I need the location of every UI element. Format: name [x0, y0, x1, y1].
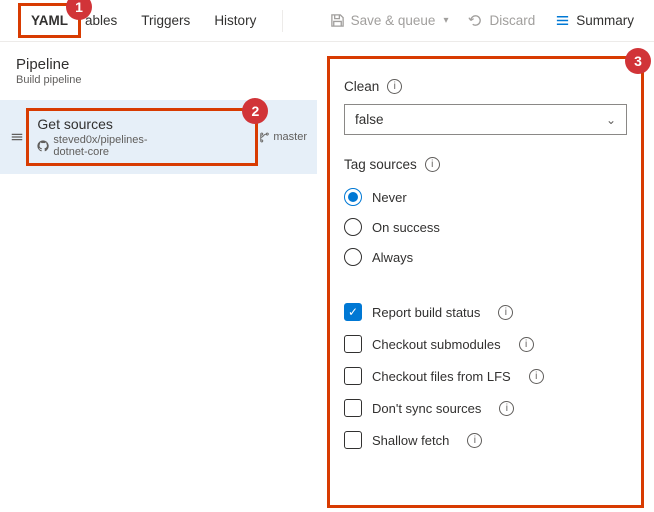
- discard-button[interactable]: Discard: [460, 7, 543, 34]
- save-queue-label: Save & queue: [351, 13, 436, 28]
- radio-label: On success: [372, 220, 440, 235]
- info-icon[interactable]: i: [499, 401, 514, 416]
- checkbox-icon: [344, 399, 362, 417]
- separator: [282, 10, 283, 32]
- check-label: Checkout files from LFS: [372, 369, 511, 384]
- chevron-down-icon: ▾: [443, 15, 448, 26]
- check-report-build-status[interactable]: ✓ Report build status i: [344, 296, 627, 328]
- tab-triggers[interactable]: Triggers: [129, 3, 202, 38]
- radio-button-icon: [344, 248, 362, 266]
- radio-label: Never: [372, 190, 407, 205]
- info-icon[interactable]: i: [425, 157, 440, 172]
- info-icon[interactable]: i: [529, 369, 544, 384]
- checkbox-icon: [344, 335, 362, 353]
- check-nosync[interactable]: Don't sync sources i: [344, 392, 627, 424]
- github-icon: [37, 140, 49, 152]
- pipeline-title: Pipeline: [16, 56, 301, 73]
- pipeline-subtitle: Build pipeline: [16, 74, 301, 86]
- save-icon: [330, 13, 345, 28]
- radio-label: Always: [372, 250, 413, 265]
- checkbox-icon: [344, 367, 362, 385]
- checkbox-icon: [344, 431, 362, 449]
- info-icon[interactable]: i: [519, 337, 534, 352]
- check-submodules[interactable]: Checkout submodules i: [344, 328, 627, 360]
- save-queue-button[interactable]: Save & queue ▾: [322, 7, 457, 34]
- radio-button-icon: [344, 188, 362, 206]
- tab-history[interactable]: History: [202, 3, 268, 38]
- info-icon[interactable]: i: [498, 305, 513, 320]
- branch-icon: [258, 132, 269, 143]
- undo-icon: [468, 13, 483, 28]
- get-sources-row[interactable]: Get sources steved0x/pipelines-dotnet-co…: [0, 100, 317, 174]
- check-label: Checkout submodules: [372, 337, 501, 352]
- get-sources-title: Get sources: [37, 116, 173, 132]
- radio-always[interactable]: Always: [344, 242, 627, 272]
- check-shallow[interactable]: Shallow fetch i: [344, 424, 627, 456]
- check-label: Report build status: [372, 305, 480, 320]
- clean-value: false: [355, 112, 384, 127]
- radio-never[interactable]: Never: [344, 182, 627, 212]
- checkbox-icon: ✓: [344, 303, 362, 321]
- clean-select[interactable]: false ⌄: [344, 104, 627, 135]
- repo-path: steved0x/pipelines-dotnet-core: [53, 134, 173, 158]
- list-icon: [555, 13, 570, 28]
- check-lfs[interactable]: Checkout files from LFS i: [344, 360, 627, 392]
- info-icon[interactable]: i: [387, 79, 402, 94]
- check-label: Shallow fetch: [372, 433, 449, 448]
- clean-label: Clean: [344, 79, 379, 94]
- discard-label: Discard: [489, 13, 535, 28]
- radio-button-icon: [344, 218, 362, 236]
- drag-handle-icon: [10, 130, 26, 144]
- tag-sources-radio-group: Never On success Always: [344, 182, 627, 272]
- callout-badge-3: 3: [625, 48, 651, 74]
- summary-button[interactable]: Summary: [547, 7, 642, 34]
- branch-name: master: [273, 131, 307, 143]
- chevron-down-icon: ⌄: [606, 113, 616, 127]
- summary-label: Summary: [576, 13, 634, 28]
- tag-sources-label: Tag sources: [344, 157, 417, 172]
- info-icon[interactable]: i: [467, 433, 482, 448]
- check-label: Don't sync sources: [372, 401, 481, 416]
- callout-badge-2: 2: [242, 98, 268, 124]
- radio-on-success[interactable]: On success: [344, 212, 627, 242]
